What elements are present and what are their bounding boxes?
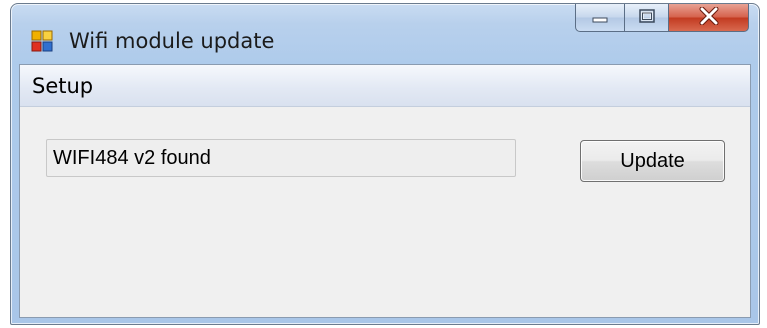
menu-bar: Setup [20,65,750,107]
title-bar[interactable]: Wifi module update [11,4,759,64]
close-button[interactable] [669,4,749,32]
client-area: Setup WIFI484 v2 found Update [19,64,751,318]
app-window: Wifi module update Setup WIFI484 v2 foun… [10,3,760,325]
minimize-icon [591,8,609,27]
maximize-icon [638,8,656,28]
device-status-field: WIFI484 v2 found [46,139,516,177]
update-button[interactable]: Update [580,140,725,182]
menu-item-setup[interactable]: Setup [28,74,97,98]
window-title: Wifi module update [69,29,275,53]
caption-buttons [575,4,749,34]
maximize-button[interactable] [625,4,669,32]
minimize-button[interactable] [575,4,625,32]
application-window-icon[interactable] [31,30,53,52]
close-icon [698,6,720,29]
